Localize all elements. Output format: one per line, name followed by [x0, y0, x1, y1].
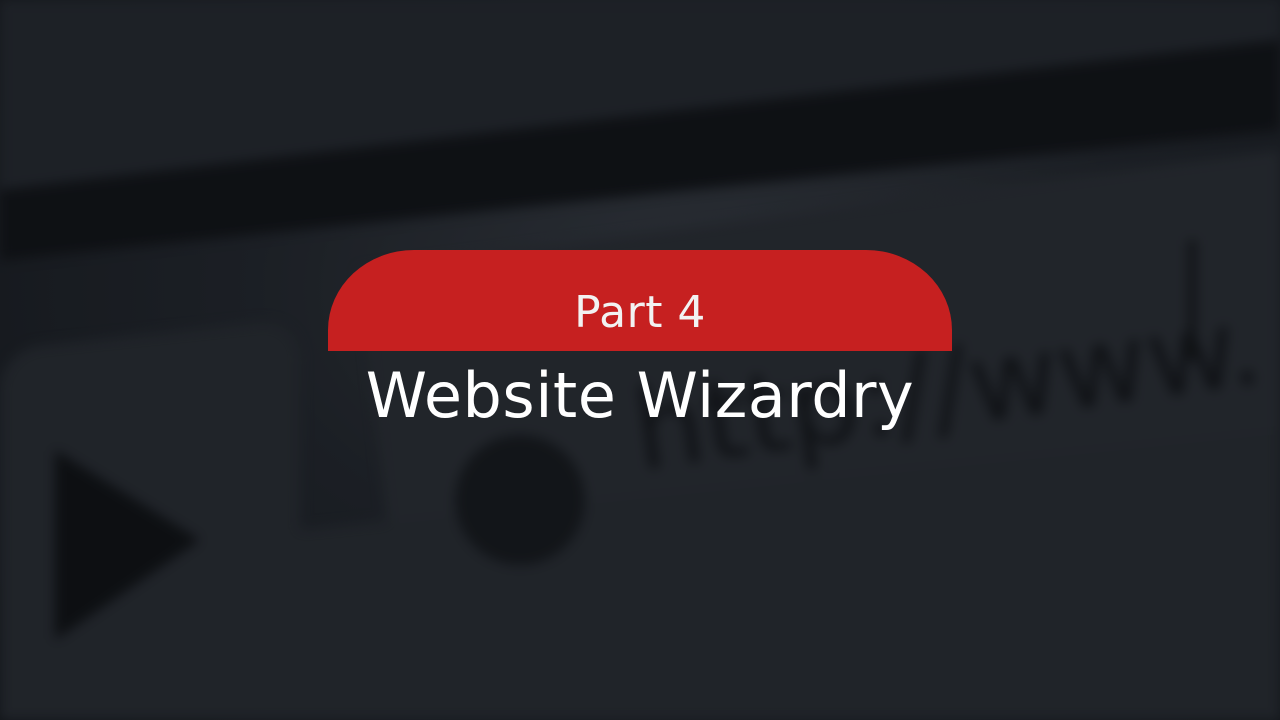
part-label: Part 4 [574, 287, 706, 338]
slide: http://www. Part 4 Website Wizardry [0, 0, 1280, 720]
slide-title: Website Wizardry [365, 359, 915, 432]
part-banner: Part 4 [328, 250, 952, 351]
